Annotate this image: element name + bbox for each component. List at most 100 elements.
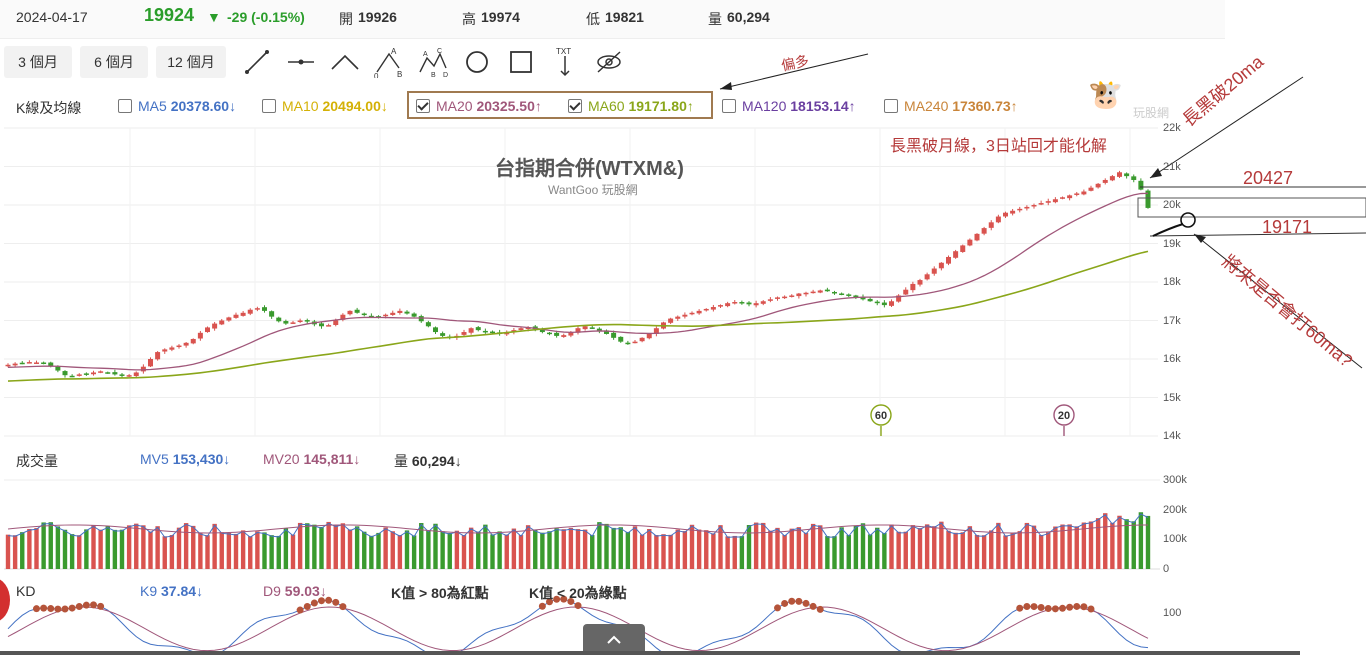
mv20-value: 145,811 [303, 451, 354, 467]
kd-dot-75 [538, 602, 546, 610]
volume-bar-56 [404, 530, 410, 569]
level-line-low [1149, 232, 1366, 237]
volume-bar-155 [1110, 522, 1115, 569]
volume-bar-134 [960, 532, 965, 569]
candle-133 [953, 251, 959, 258]
candle-17 [126, 375, 132, 377]
candle-28 [205, 327, 210, 333]
candle-54 [390, 312, 396, 315]
volume-bar-25 [183, 523, 189, 569]
candlesticks [5, 170, 1151, 379]
k9-label: K9 [140, 583, 158, 599]
candle-111 [796, 293, 802, 297]
volume-bar-81 [582, 529, 588, 569]
candle-85 [611, 332, 617, 338]
volume-bar-77 [554, 528, 559, 569]
volume-bar-10 [77, 535, 82, 569]
volume-bar-61 [440, 531, 445, 569]
kd-dot-146 [1044, 605, 1052, 613]
volume-bar-143 [1024, 522, 1030, 569]
volume-bar-150 [1074, 526, 1079, 569]
candle-148 [1060, 197, 1065, 199]
marker-20-label: 20 [1058, 410, 1070, 422]
volume-bar-29 [212, 523, 217, 569]
candle-87 [625, 342, 631, 345]
candle-23 [169, 347, 175, 350]
volume-bar-24 [176, 527, 182, 569]
candle-115 [824, 289, 830, 292]
candle-130 [931, 268, 937, 274]
d9-label: D9 [263, 583, 281, 599]
candle-106 [760, 301, 766, 304]
kd-dot-41 [296, 606, 304, 614]
volume-bar-9 [69, 534, 75, 569]
kd-dot-145 [1037, 604, 1045, 612]
candle-18 [133, 372, 139, 377]
volume-bar-82 [590, 535, 595, 569]
kd-dot-43 [310, 599, 318, 607]
volume-bar-125 [896, 531, 901, 569]
volume-bar-151 [1081, 522, 1087, 569]
annotation-level-low: 19171 [1262, 217, 1313, 237]
candle-22 [162, 349, 168, 352]
vol-legend: 量 60,294↓ [394, 451, 462, 471]
kd-dot-151 [1080, 603, 1088, 611]
candle-109 [782, 296, 788, 299]
vol-arrow: ↓ [454, 453, 462, 469]
volume-bar-159 [1138, 512, 1144, 569]
projection-curve [1152, 223, 1184, 237]
chart-watermark-title: 台指期合併(WTXM&) [495, 158, 684, 180]
volume-bar-137 [981, 535, 987, 569]
candle-150 [1074, 193, 1080, 195]
volume-bar-87 [625, 531, 631, 569]
candle-157 [1124, 173, 1130, 177]
candle-3 [26, 362, 32, 364]
volume-bar-5 [41, 522, 46, 569]
candle-126 [903, 289, 909, 295]
candle-138 [988, 222, 994, 228]
kd-note-green: K值 < 20為綠點 [529, 585, 627, 601]
candle-149 [1067, 195, 1073, 199]
volume-bar-64 [461, 535, 467, 569]
volume-bar-130 [932, 526, 937, 569]
volume-bar-132 [946, 530, 951, 569]
volume-bar-133 [953, 532, 958, 569]
candle-10 [76, 374, 82, 376]
volume-bars [5, 512, 1151, 569]
volume-bar-46 [333, 525, 338, 569]
volume-bar-51 [369, 535, 374, 569]
candle-131 [938, 262, 944, 269]
volume-bar-158 [1131, 521, 1136, 569]
annotation-level-high: 20427 [1243, 168, 1294, 188]
volume-bar-0 [5, 534, 11, 569]
candle-101 [725, 303, 731, 307]
kd-dot-150 [1073, 602, 1081, 610]
volume-bar-4 [34, 528, 39, 569]
candle-112 [803, 292, 809, 295]
volume-bar-74 [533, 529, 538, 569]
mv20-label: MV20 [263, 451, 300, 467]
k9-value: 37.84 [161, 583, 197, 599]
candle-156 [1117, 172, 1122, 177]
volume-bar-75 [540, 532, 545, 569]
kd-dot-42 [303, 602, 311, 610]
candle-141 [1010, 210, 1016, 214]
candle-65 [468, 328, 474, 333]
bottom-scrollbar[interactable] [0, 651, 1300, 655]
candle-32 [233, 314, 239, 318]
volume-bar-38 [276, 535, 281, 569]
candle-5 [41, 362, 47, 364]
kd-dot-110 [788, 597, 796, 605]
candle-82 [589, 327, 595, 329]
volume-bar-157 [1124, 519, 1129, 569]
volume-bar-15 [112, 529, 118, 569]
volume-bar-50 [362, 531, 367, 569]
volume-bar-42 [305, 523, 310, 569]
volume-bar-136 [974, 534, 980, 569]
chart-watermark-subtitle: WantGoo 玩股網 [548, 183, 638, 197]
volume-bar-35 [255, 531, 260, 569]
candle-68 [490, 331, 495, 334]
price-chart[interactable]: 60 20 [0, 0, 1366, 655]
candle-14 [105, 372, 111, 374]
candle-41 [297, 320, 303, 322]
